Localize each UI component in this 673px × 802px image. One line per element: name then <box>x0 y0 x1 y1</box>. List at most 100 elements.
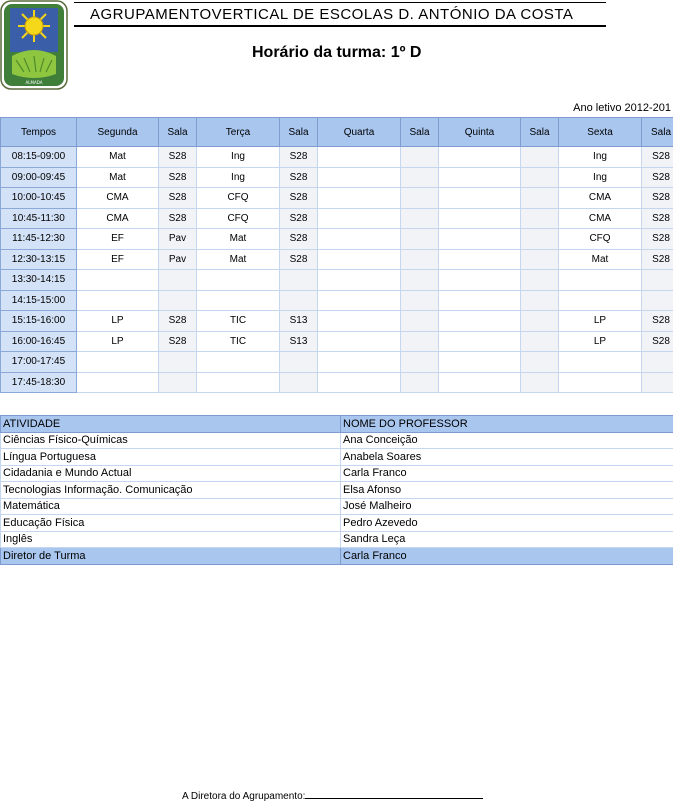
teacher-name: Carla Franco <box>340 464 673 482</box>
cell-segunda <box>76 289 159 311</box>
school-logo: ALMADA <box>0 0 68 90</box>
cell-quarta <box>317 330 401 352</box>
cell-quinta <box>438 187 521 209</box>
cell-sala-segunda <box>158 371 197 393</box>
cell-sala-segunda <box>158 351 197 373</box>
cell-sala-quinta <box>520 166 559 188</box>
header-quinta: Quinta <box>438 117 521 147</box>
cell-terca <box>196 371 280 393</box>
cell-quinta <box>438 289 521 311</box>
cell-sala-quarta <box>400 228 439 250</box>
cell-quinta <box>438 228 521 250</box>
cell-segunda <box>76 269 159 291</box>
time-slot: 11:45-12:30 <box>0 228 77 250</box>
cell-sala-quinta <box>520 248 559 270</box>
cell-quarta <box>317 166 401 188</box>
cell-terca: Ing <box>196 166 280 188</box>
cell-sala-sexta: S28 <box>641 166 673 188</box>
cell-quarta <box>317 289 401 311</box>
teacher-row: Inglês Sandra Leça <box>0 530 673 548</box>
cell-sala-quarta <box>400 248 439 270</box>
timetable: Tempos Segunda Sala Terça Sala Quarta Sa… <box>0 117 673 393</box>
header-sala: Sala <box>520 117 559 147</box>
cell-terca: TIC <box>196 330 280 352</box>
cell-sala-terca <box>279 269 318 291</box>
teacher-name: Ana Conceição <box>340 431 673 449</box>
activity: Ciências Físico-Químicas <box>0 431 341 449</box>
cell-terca: Mat <box>196 228 280 250</box>
cell-sala-quarta <box>400 146 439 168</box>
activity: Tecnologias Informação. Comunicação <box>0 481 341 499</box>
cell-sala-segunda: S28 <box>158 166 197 188</box>
header-atividade: ATIVIDADE <box>0 415 341 433</box>
time-slot: 14:15-15:00 <box>0 289 77 311</box>
cell-sala-segunda <box>158 269 197 291</box>
time-slot: 13:30-14:15 <box>0 269 77 291</box>
cell-quarta <box>317 269 401 291</box>
cell-sala-terca: S28 <box>279 166 318 188</box>
cell-quinta <box>438 166 521 188</box>
cell-sala-quinta <box>520 330 559 352</box>
cell-sala-terca: S28 <box>279 207 318 229</box>
cell-sala-sexta <box>641 269 673 291</box>
teacher-name: José Malheiro <box>340 497 673 515</box>
cell-terca: CFQ <box>196 187 280 209</box>
teacher-name: Pedro Azevedo <box>340 514 673 532</box>
cell-terca <box>196 269 280 291</box>
timetable-row: 10:00-10:45 CMA S28 CFQ S28 CMA S28 <box>0 187 673 209</box>
cell-sala-sexta <box>641 351 673 373</box>
cell-segunda: LP <box>76 310 159 332</box>
director-row: Diretor de Turma Carla Franco <box>0 547 673 565</box>
cell-terca <box>196 289 280 311</box>
cell-sala-terca: S28 <box>279 248 318 270</box>
activity: Cidadania e Mundo Actual <box>0 464 341 482</box>
cell-sala-quarta <box>400 166 439 188</box>
header-sala: Sala <box>158 117 197 147</box>
cell-segunda: LP <box>76 330 159 352</box>
cell-quinta <box>438 248 521 270</box>
time-slot: 17:45-18:30 <box>0 371 77 393</box>
cell-sala-quarta <box>400 351 439 373</box>
cell-segunda: EF <box>76 248 159 270</box>
cell-sala-quarta <box>400 207 439 229</box>
time-slot: 10:45-11:30 <box>0 207 77 229</box>
activity: Língua Portuguesa <box>0 448 341 466</box>
header-segunda: Segunda <box>76 117 159 147</box>
cell-sala-segunda: S28 <box>158 330 197 352</box>
time-slot: 17:00-17:45 <box>0 351 77 373</box>
cell-segunda: EF <box>76 228 159 250</box>
cell-sala-sexta: S28 <box>641 228 673 250</box>
cell-sala-sexta: S28 <box>641 310 673 332</box>
cell-sala-terca <box>279 371 318 393</box>
time-slot: 09:00-09:45 <box>0 166 77 188</box>
cell-segunda: Mat <box>76 166 159 188</box>
cell-sala-quarta <box>400 187 439 209</box>
cell-sala-quinta <box>520 228 559 250</box>
cell-sala-segunda: S28 <box>158 187 197 209</box>
timetable-row: 11:45-12:30 EF Pav Mat S28 CFQ S28 <box>0 228 673 250</box>
cell-quinta <box>438 371 521 393</box>
cell-sala-segunda: S28 <box>158 146 197 168</box>
header-sala: Sala <box>641 117 673 147</box>
cell-quarta <box>317 207 401 229</box>
cell-segunda <box>76 371 159 393</box>
timetable-row: 10:45-11:30 CMA S28 CFQ S28 CMA S28 <box>0 207 673 229</box>
signature-label: A Diretora do Agrupamento: <box>182 791 306 802</box>
cell-segunda: CMA <box>76 187 159 209</box>
cell-sala-segunda: Pav <box>158 228 197 250</box>
cell-quinta <box>438 146 521 168</box>
header-sala: Sala <box>400 117 439 147</box>
header-rule-top <box>74 2 606 3</box>
cell-sala-sexta: S28 <box>641 330 673 352</box>
cell-sala-terca: S28 <box>279 146 318 168</box>
cell-sala-quinta <box>520 310 559 332</box>
cell-sala-quinta <box>520 207 559 229</box>
time-slot: 16:00-16:45 <box>0 330 77 352</box>
header-tempos: Tempos <box>0 117 77 147</box>
cell-sala-sexta: S28 <box>641 187 673 209</box>
cell-sala-sexta: S28 <box>641 248 673 270</box>
timetable-row: 16:00-16:45 LP S28 TIC S13 LP S28 <box>0 330 673 352</box>
teacher-row: Matemática José Malheiro <box>0 497 673 515</box>
class-title: Horário da turma: 1º D <box>252 44 422 61</box>
cell-sala-quinta <box>520 351 559 373</box>
